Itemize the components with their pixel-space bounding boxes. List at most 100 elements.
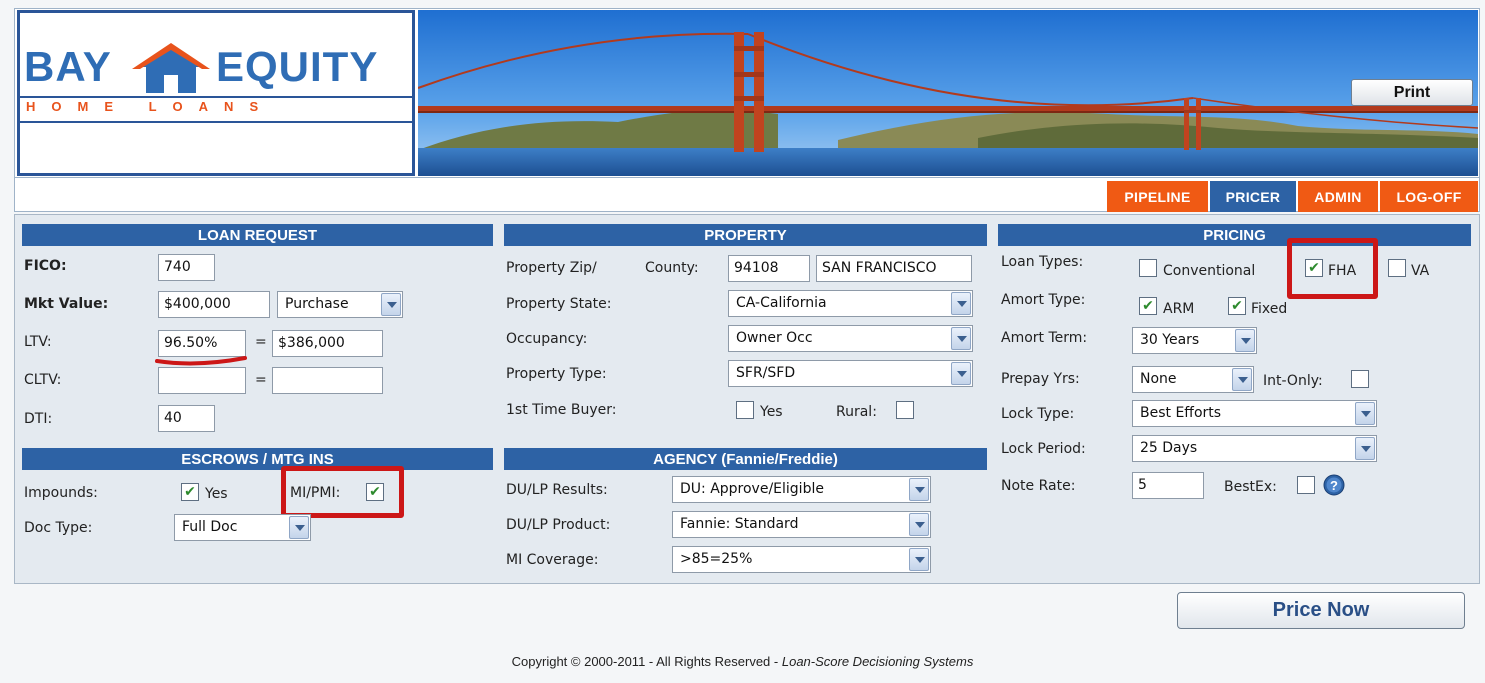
occupancy-value: Owner Occ bbox=[736, 330, 813, 346]
conventional-checkbox[interactable] bbox=[1139, 259, 1157, 277]
rural-checkbox[interactable] bbox=[896, 401, 914, 419]
property-state-value: CA-California bbox=[736, 295, 827, 311]
copyright-text: Copyright © 2000-2011 - All Rights Reser… bbox=[511, 654, 782, 669]
fha-checkbox[interactable]: ✔ bbox=[1305, 259, 1323, 277]
ltv-input[interactable]: 96.50% bbox=[158, 330, 246, 357]
mi-pmi-checkbox[interactable]: ✔ bbox=[366, 483, 384, 501]
cltv-amount-input[interactable] bbox=[272, 367, 383, 394]
amort-term-select[interactable]: 30 Years bbox=[1132, 327, 1257, 354]
loan-purpose-select[interactable]: Purchase bbox=[277, 291, 403, 318]
logo-text-bay: BAY bbox=[24, 43, 112, 90]
mi-pmi-label: MI/PMI: bbox=[290, 485, 341, 501]
property-zip-label: Property Zip/ bbox=[506, 260, 597, 276]
impounds-label: Impounds: bbox=[24, 485, 98, 501]
price-now-button[interactable]: Price Now bbox=[1177, 592, 1465, 629]
chevron-down-icon[interactable] bbox=[909, 478, 929, 501]
lock-type-select[interactable]: Best Efforts bbox=[1132, 400, 1377, 427]
loan-request-header: LOAN REQUEST bbox=[22, 224, 493, 246]
chevron-down-icon[interactable] bbox=[1235, 329, 1255, 352]
county-label: County: bbox=[645, 260, 699, 276]
tab-log-off[interactable]: LOG-OFF bbox=[1380, 181, 1478, 212]
int-only-label: Int-Only: bbox=[1263, 373, 1323, 389]
tab-pricer[interactable]: PRICER bbox=[1210, 181, 1296, 212]
du-lp-results-label: DU/LP Results: bbox=[506, 482, 608, 498]
agency-header: AGENCY (Fannie/Freddie) bbox=[504, 448, 987, 470]
first-time-yes-label: Yes bbox=[760, 404, 783, 420]
ltv-equals: = bbox=[255, 334, 267, 350]
fico-label: FICO: bbox=[24, 258, 67, 274]
chevron-down-icon[interactable] bbox=[951, 292, 971, 315]
chevron-down-icon[interactable] bbox=[1355, 437, 1375, 460]
loan-amount-input[interactable]: $386,000 bbox=[272, 330, 383, 357]
house-icon bbox=[132, 43, 210, 93]
amort-term-label: Amort Term: bbox=[1001, 330, 1088, 346]
arm-label: ARM bbox=[1163, 301, 1195, 317]
prepay-yrs-select[interactable]: None bbox=[1132, 366, 1254, 393]
property-type-label: Property Type: bbox=[506, 366, 607, 382]
impounds-checkbox[interactable]: ✔ bbox=[181, 483, 199, 501]
cltv-equals: = bbox=[255, 372, 267, 388]
mkt-value-input[interactable]: $400,000 bbox=[158, 291, 270, 318]
first-time-buyer-checkbox[interactable] bbox=[736, 401, 754, 419]
du-lp-product-label: DU/LP Product: bbox=[506, 517, 611, 533]
int-only-checkbox[interactable] bbox=[1351, 370, 1369, 388]
chevron-down-icon[interactable] bbox=[1355, 402, 1375, 425]
county-input[interactable]: SAN FRANCISCO bbox=[816, 255, 972, 282]
property-zip-input[interactable]: 94108 bbox=[728, 255, 810, 282]
chevron-down-icon[interactable] bbox=[909, 513, 929, 536]
chevron-down-icon[interactable] bbox=[909, 548, 929, 571]
chevron-down-icon[interactable] bbox=[951, 327, 971, 350]
du-lp-product-select[interactable]: Fannie: Standard bbox=[672, 511, 931, 538]
amort-term-value: 30 Years bbox=[1140, 332, 1200, 348]
property-state-label: Property State: bbox=[506, 296, 612, 312]
du-lp-results-select[interactable]: DU: Approve/Eligible bbox=[672, 476, 931, 503]
occupancy-label: Occupancy: bbox=[506, 331, 588, 347]
help-icon[interactable]: ? bbox=[1323, 474, 1345, 496]
dti-label: DTI: bbox=[24, 411, 53, 427]
occupancy-select[interactable]: Owner Occ bbox=[728, 325, 973, 352]
fico-input[interactable]: 740 bbox=[158, 254, 215, 281]
chevron-down-icon[interactable] bbox=[289, 516, 309, 539]
amort-type-label: Amort Type: bbox=[1001, 292, 1086, 308]
lock-type-label: Lock Type: bbox=[1001, 406, 1075, 422]
logo-rule-bottom bbox=[20, 121, 412, 123]
logo-tagline: HOME LOANS bbox=[26, 99, 275, 114]
print-button[interactable]: Print bbox=[1351, 79, 1473, 106]
conventional-label: Conventional bbox=[1163, 263, 1256, 279]
dti-input[interactable]: 40 bbox=[158, 405, 215, 432]
loan-purpose-value: Purchase bbox=[285, 296, 349, 312]
svg-text:?: ? bbox=[1330, 478, 1338, 493]
escrows-header: ESCROWS / MTG INS bbox=[22, 448, 493, 470]
impounds-yes-label: Yes bbox=[205, 486, 228, 502]
bestex-checkbox[interactable] bbox=[1297, 476, 1315, 494]
fixed-label: Fixed bbox=[1251, 301, 1288, 317]
doc-type-label: Doc Type: bbox=[24, 520, 93, 536]
mi-coverage-select[interactable]: >85=25% bbox=[672, 546, 931, 573]
fixed-checkbox[interactable]: ✔ bbox=[1228, 297, 1246, 315]
tab-pipeline[interactable]: PIPELINE bbox=[1107, 181, 1208, 212]
lock-period-label: Lock Period: bbox=[1001, 441, 1086, 457]
ltv-label: LTV: bbox=[24, 334, 52, 350]
chevron-down-icon[interactable] bbox=[381, 293, 401, 316]
arm-checkbox[interactable]: ✔ bbox=[1139, 297, 1157, 315]
property-state-select[interactable]: CA-California bbox=[728, 290, 973, 317]
lock-period-value: 25 Days bbox=[1140, 440, 1198, 456]
chevron-down-icon[interactable] bbox=[1232, 368, 1252, 391]
lock-type-value: Best Efforts bbox=[1140, 405, 1222, 421]
tab-admin[interactable]: ADMIN bbox=[1298, 181, 1378, 212]
cltv-label: CLTV: bbox=[24, 372, 62, 388]
du-lp-product-value: Fannie: Standard bbox=[680, 516, 799, 532]
doc-type-select[interactable]: Full Doc bbox=[174, 514, 311, 541]
logo-rule-top bbox=[20, 96, 412, 98]
va-checkbox[interactable] bbox=[1388, 259, 1406, 277]
company-logo: BAY EQUITY HOME LOANS bbox=[17, 10, 415, 176]
cltv-input[interactable] bbox=[158, 367, 246, 394]
footer: Copyright © 2000-2011 - All Rights Reser… bbox=[0, 654, 1485, 669]
property-type-select[interactable]: SFR/SFD bbox=[728, 360, 973, 387]
lock-period-select[interactable]: 25 Days bbox=[1132, 435, 1377, 462]
chevron-down-icon[interactable] bbox=[951, 362, 971, 385]
note-rate-input[interactable]: 5 bbox=[1132, 472, 1204, 499]
mkt-value-label: Mkt Value: bbox=[24, 296, 109, 312]
first-time-buyer-label: 1st Time Buyer: bbox=[506, 402, 617, 418]
logo-text-equity: EQUITY bbox=[216, 43, 379, 90]
